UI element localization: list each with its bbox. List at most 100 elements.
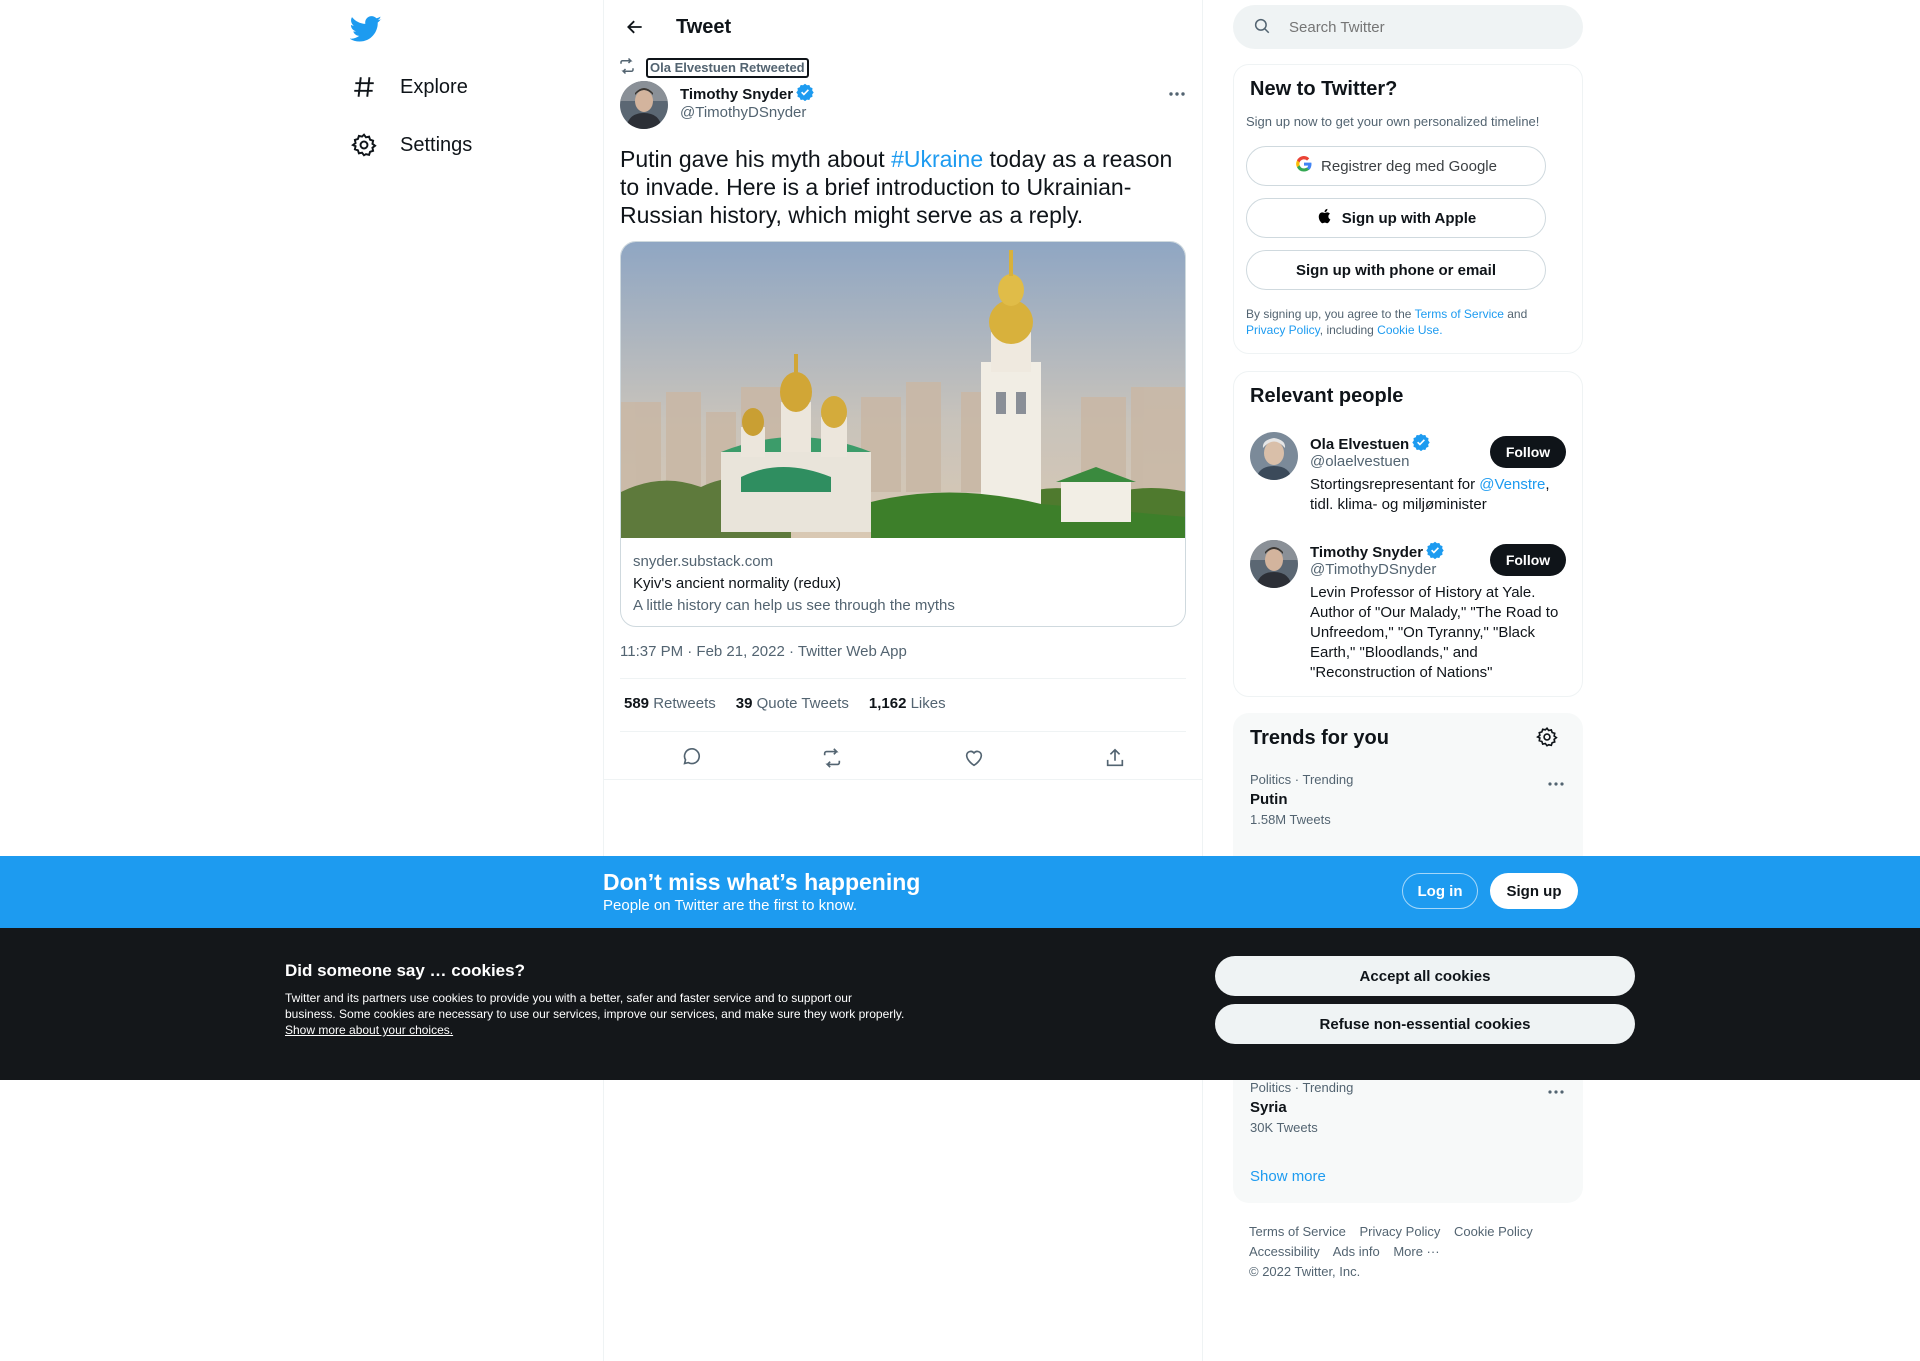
cookie-more-link[interactable]: Show more about your choices. [285, 1023, 453, 1037]
phone-email-signup-label: Sign up with phone or email [1295, 261, 1496, 279]
google-signup-label: Registrer deg med Google [1321, 157, 1497, 175]
footer-links: Terms of Service Privacy Policy Cookie P… [1249, 1222, 1579, 1282]
author-handle[interactable]: @TimothyDSnyder [680, 104, 806, 121]
trend-item[interactable]: Politics · Trending Putin 1.58M Tweets [1250, 772, 1353, 827]
bio-mention-link[interactable]: @Venstre [1479, 476, 1545, 493]
relevant-people-title: Relevant people [1250, 385, 1404, 407]
trends-title: Trends for you [1250, 727, 1389, 749]
author-name[interactable]: Timothy Snyder [680, 83, 814, 105]
divider [604, 779, 1202, 780]
banner-title: Don’t miss what’s happening [603, 869, 921, 895]
likes-count: 1,162 [868, 695, 907, 712]
person-avatar[interactable] [1250, 432, 1298, 480]
card-image [621, 242, 1185, 538]
nav-settings[interactable]: Settings [350, 121, 472, 169]
apple-signup-label: Sign up with Apple [1341, 209, 1477, 227]
person-bio: Levin Professor of History at Yale. Auth… [1310, 584, 1559, 681]
like-icon[interactable] [956, 740, 992, 776]
legal-and: and [1503, 307, 1528, 321]
google-icon [1295, 155, 1321, 177]
author-name-text: Timothy Snyder [680, 85, 794, 103]
link-card[interactable]: snyder.substack.com Kyiv's ancient norma… [620, 241, 1186, 627]
footer-link[interactable]: Cookie Policy [1454, 1224, 1533, 1239]
legal-including: , including [1319, 323, 1378, 337]
follow-button[interactable]: Follow [1490, 436, 1566, 468]
footer-more-link[interactable]: More ··· [1393, 1244, 1439, 1259]
phone-email-signup-button[interactable]: Sign up with phone or email [1246, 250, 1546, 290]
trend-count: 30K Tweets [1250, 1120, 1318, 1135]
quote-tweets-label: Quote Tweets [756, 695, 849, 712]
tweet-text: Putin gave his myth about #Ukraine today… [620, 145, 1190, 229]
divider [620, 678, 1186, 679]
person-bio: Stortingsrepresentant for @Venstre, tidl… [1310, 475, 1570, 515]
hashtag-link[interactable]: #Ukraine [891, 146, 983, 172]
new-to-twitter-subtitle: Sign up now to get your own personalized… [1246, 114, 1540, 129]
twitter-logo-icon[interactable] [349, 13, 382, 45]
footer-link[interactable]: Terms of Service [1249, 1224, 1346, 1239]
follow-button[interactable]: Follow [1490, 544, 1566, 576]
card-meta: snyder.substack.com Kyiv's ancient norma… [633, 551, 955, 617]
terms-link[interactable]: Terms of Service [1415, 307, 1504, 321]
cookie-title: Did someone say … cookies? [285, 961, 525, 980]
column-divider [1202, 0, 1203, 1361]
reply-icon[interactable] [673, 740, 709, 776]
trend-name: Putin [1250, 791, 1288, 808]
trend-item[interactable]: Politics · Trending Syria 30K Tweets [1250, 1080, 1353, 1135]
search-input[interactable] [1289, 18, 1549, 36]
retweet-icon [618, 57, 636, 80]
tweet-actions [620, 740, 1186, 776]
verified-badge-icon [1409, 433, 1430, 455]
refuse-cookies-button[interactable]: Refuse non-essential cookies [1215, 1004, 1635, 1044]
nav-explore[interactable]: Explore [350, 63, 468, 111]
main-header: Tweet [604, 0, 1202, 54]
retweeted-by-row: Ola Elvestuen Retweeted [618, 57, 809, 80]
google-signup-button[interactable]: Registrer deg med Google [1246, 146, 1546, 186]
cookie-use-link[interactable]: Cookie Use. [1377, 323, 1442, 337]
legal-prefix: By signing up, you agree to the [1246, 307, 1415, 321]
cookie-body: Twitter and its partners use cookies to … [285, 991, 905, 1021]
privacy-link[interactable]: Privacy Policy [1246, 323, 1320, 337]
accept-cookies-button[interactable]: Accept all cookies [1215, 956, 1635, 996]
retweets-label: Retweets [653, 695, 716, 712]
trends-settings-icon[interactable] [1536, 726, 1560, 750]
login-button[interactable]: Log in [1402, 873, 1478, 909]
person-handle[interactable]: @olaelvestuen [1310, 453, 1409, 470]
author-avatar[interactable] [620, 81, 668, 129]
footer-link[interactable]: Ads info [1333, 1244, 1380, 1259]
trend-name: Syria [1250, 1099, 1287, 1116]
card-title: Kyiv's ancient normality (redux) [633, 575, 841, 592]
quote-tweets-stat[interactable]: 39 Quote Tweets [736, 695, 849, 712]
tweet-stats: 589 Retweets 39 Quote Tweets 1,162 Likes [624, 695, 966, 712]
footer-link[interactable]: Privacy Policy [1359, 1224, 1440, 1239]
share-icon[interactable] [1097, 740, 1133, 776]
back-arrow-icon[interactable] [618, 10, 652, 44]
trend-more-icon[interactable] [1544, 774, 1568, 794]
person-bio-prefix: Stortingsrepresentant for [1310, 476, 1480, 493]
trend-more-icon[interactable] [1544, 1082, 1568, 1102]
person-handle[interactable]: @TimothyDSnyder [1310, 561, 1436, 578]
retweets-stat[interactable]: 589 Retweets [624, 695, 716, 712]
nav-explore-label: Explore [400, 75, 468, 98]
retweet-action-icon[interactable] [814, 740, 850, 776]
column-divider [603, 0, 604, 1361]
copyright: © 2022 Twitter, Inc. [1249, 1264, 1361, 1279]
trend-count: 1.58M Tweets [1250, 812, 1331, 827]
apple-signup-button[interactable]: Sign up with Apple [1246, 198, 1546, 238]
person-avatar[interactable] [1250, 540, 1298, 588]
tweet-timestamp[interactable]: 11:37 PM · Feb 21, 2022 · Twitter Web Ap… [620, 643, 907, 660]
trend-category: Politics · Trending [1250, 772, 1354, 787]
signup-button[interactable]: Sign up [1490, 873, 1578, 909]
retweeted-by-link[interactable]: Ola Elvestuen Retweeted [646, 58, 809, 78]
person-name-text: Timothy Snyder [1310, 543, 1424, 561]
search-box[interactable] [1233, 5, 1583, 49]
footer-link[interactable]: Accessibility [1249, 1244, 1320, 1259]
person-name[interactable]: Ola Elvestuen [1310, 433, 1430, 455]
tweet-text-before: Putin gave his myth about [620, 146, 892, 172]
person-name[interactable]: Timothy Snyder [1310, 541, 1444, 563]
verified-badge-icon [1423, 541, 1444, 563]
more-options-icon[interactable] [1163, 82, 1191, 106]
signup-legal-text: By signing up, you agree to the Terms of… [1246, 306, 1556, 338]
show-more-link[interactable]: Show more [1250, 1168, 1326, 1185]
likes-stat[interactable]: 1,162 Likes [869, 695, 946, 712]
verified-badge-icon [793, 83, 814, 105]
